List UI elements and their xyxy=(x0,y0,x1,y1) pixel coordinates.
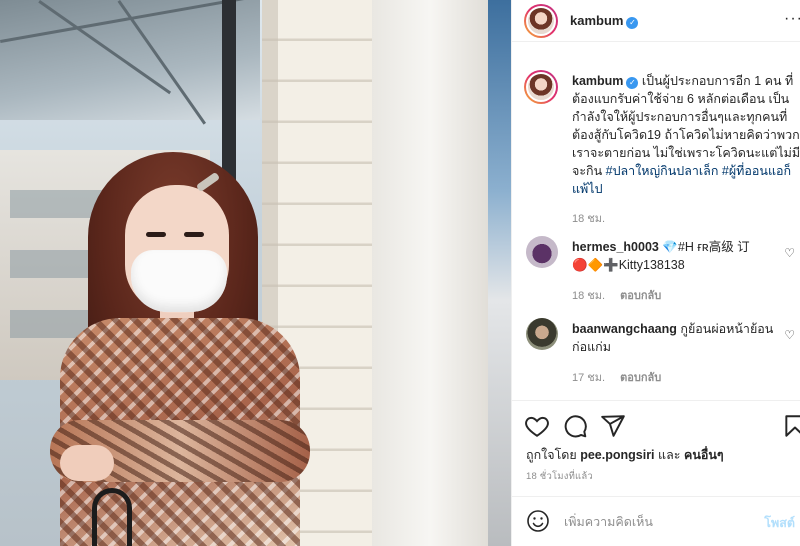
photo-far-background xyxy=(488,0,511,546)
author-avatar[interactable] xyxy=(524,4,558,38)
post-timestamp[interactable]: 18 ชั่วโมงที่แล้ว xyxy=(526,469,593,484)
photo-person-eye xyxy=(184,232,204,237)
more-options-icon[interactable]: ··· xyxy=(784,10,800,28)
likes-prefix: ถูกใจโดย xyxy=(526,448,577,462)
add-comment-bar: โพสต์ xyxy=(512,496,800,546)
caption-avatar-image xyxy=(526,72,556,102)
author-avatar-image xyxy=(526,6,556,36)
comment-input[interactable] xyxy=(564,511,764,533)
comment-username[interactable]: hermes_h0003 xyxy=(572,240,659,254)
photo-face-mask xyxy=(131,250,227,312)
comment-reply-button[interactable]: ตอบกลับ xyxy=(620,372,661,384)
comment-time: 17 ชม. xyxy=(572,372,606,384)
post-photo[interactable] xyxy=(0,0,511,546)
post-side-panel: kambum✓ ··· kambum✓ เป็นผู้ประกอบการอีก … xyxy=(511,0,800,546)
post-header: kambum✓ ··· xyxy=(512,0,800,42)
caption-text: เป็นผู้ประกอบการอีก 1 คน ที่ต้องแบกรับค่… xyxy=(572,74,800,178)
comment-meta: 17 ชม. ตอบกลับ xyxy=(572,368,673,386)
heart-icon[interactable] xyxy=(524,413,550,439)
caption-hashtags[interactable]: #ปลาใหญ่กินปลาเล็ก #ผู้ที่ออนแอก็แพ้ไป xyxy=(572,164,791,196)
comment-reply-button[interactable]: ตอบกลับ xyxy=(620,290,661,302)
caption-avatar[interactable] xyxy=(524,70,558,104)
comment-avatar[interactable] xyxy=(526,236,558,268)
comment-time: 18 ชม. xyxy=(572,290,606,302)
comment-avatar[interactable] xyxy=(526,318,558,350)
likes-user-link[interactable]: pee.pongsiri xyxy=(580,448,654,462)
post-comment-button[interactable]: โพสต์ xyxy=(764,513,795,533)
post-actions: ถูกใจโดย pee.pongsiri และ คนอื่นๆ 18 ชั่… xyxy=(512,400,800,545)
comment-username[interactable]: baanwangchaang xyxy=(572,322,677,336)
photo-pillar xyxy=(372,0,488,546)
emoji-icon[interactable] xyxy=(526,509,550,533)
comment-meta: 18 ชม. ตอบกลับ xyxy=(572,286,673,304)
share-icon[interactable] xyxy=(600,413,626,439)
bookmark-icon[interactable] xyxy=(782,413,800,439)
likes-others-link[interactable]: คนอื่นๆ xyxy=(684,448,724,462)
post-caption: kambum ✓ เป็นผู้ประกอบการอีก 1 คน ที่ต้อง… xyxy=(572,72,800,228)
verified-badge-icon: ✓ xyxy=(626,77,639,89)
likes-conj: และ xyxy=(658,448,681,462)
comment-body: baanwangchaang กูย้อนผ่อหน้าย้อนก่อแก่ม xyxy=(572,320,777,356)
photo-person-eye xyxy=(146,232,166,237)
photo-bag-strap xyxy=(92,488,132,546)
comment-body: hermes_h0003 💎#H ғʀ高级 订 🔴🔶➕Kitty138138 xyxy=(572,238,777,274)
small-heart-icon[interactable]: ♡ xyxy=(784,246,795,260)
verified-badge-icon: ✓ xyxy=(626,17,639,29)
likes-summary: ถูกใจโดย pee.pongsiri และ คนอื่นๆ xyxy=(526,445,724,465)
caption-username[interactable]: kambum xyxy=(572,74,623,88)
photo-person-hand xyxy=(60,445,114,481)
small-heart-icon[interactable]: ♡ xyxy=(784,328,795,342)
author-username-wrap[interactable]: kambum ✓ xyxy=(570,13,639,29)
comment-icon[interactable] xyxy=(562,413,588,439)
author-username[interactable]: kambum xyxy=(570,13,623,28)
caption-time: 18 ชม. xyxy=(572,213,606,225)
